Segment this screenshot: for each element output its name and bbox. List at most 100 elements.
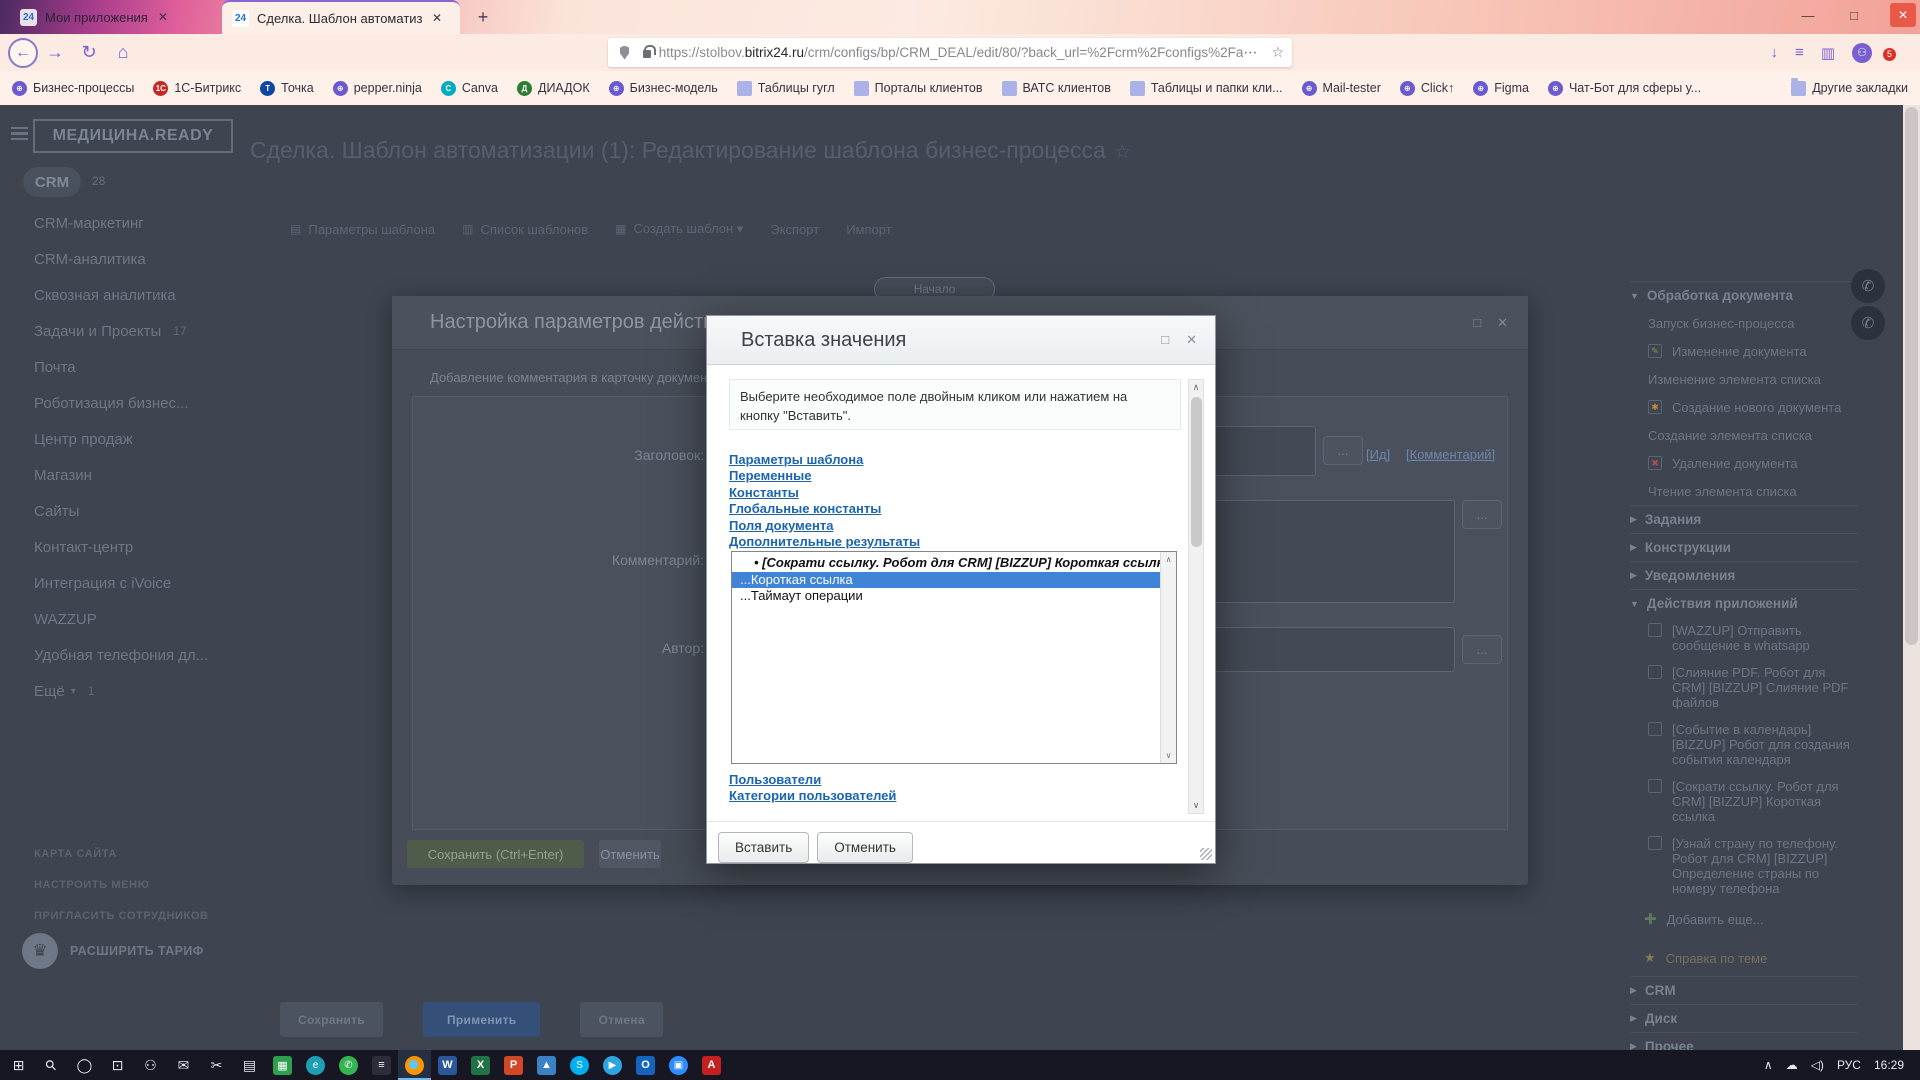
cancel-button[interactable]: Отменить	[599, 840, 661, 868]
palette-item[interactable]: [Сократи ссылку. Робот для CRM] [BIZZUP]…	[1630, 773, 1858, 830]
sidebar-item[interactable]: Удобная телефония дл...	[34, 637, 249, 673]
insert-button[interactable]: Вставить	[718, 832, 809, 863]
bookmark-item[interactable]: Порталы клиентов	[854, 81, 983, 96]
sidebar-item[interactable]: Сквозная аналитика	[34, 277, 249, 313]
tray-chevron-icon[interactable]: ∧	[1764, 1058, 1773, 1072]
sidebar-item[interactable]: CRM-маркетинг	[34, 205, 249, 241]
back-button[interactable]: ←	[8, 38, 38, 68]
browser-tab-my-apps[interactable]: 24 Мои приложения ✕	[10, 0, 215, 34]
scroll-up-icon[interactable]: ∧	[1166, 555, 1172, 564]
download-icon[interactable]: ↓	[1771, 44, 1779, 61]
bookmark-item[interactable]: C Canva	[441, 81, 498, 96]
palette-item[interactable]: Запуск бизнес-процесса	[1630, 309, 1858, 337]
palette-item[interactable]: Изменение элемента списка	[1630, 365, 1858, 393]
sheets-icon[interactable]: ▦	[266, 1050, 299, 1080]
tab-close-icon[interactable]: ✕	[432, 11, 442, 25]
sidebar-toggle-icon[interactable]: ▥	[1821, 44, 1835, 62]
toolbar-item[interactable]: ▦ Создать шаблон ▾	[615, 221, 743, 237]
sidebar-item[interactable]: Магазин	[34, 457, 249, 493]
other-bookmarks-button[interactable]: Другие закладки	[1791, 81, 1908, 96]
palette-group-header[interactable]: ▶ Прочее	[1630, 1032, 1858, 1050]
palette-group-header[interactable]: ▶ Задания	[1630, 505, 1858, 533]
photos-icon[interactable]: ▲	[530, 1050, 563, 1080]
close-icon[interactable]: ✕	[1890, 3, 1916, 27]
bookmark-star-icon[interactable]: ☆	[1271, 44, 1284, 61]
palette-item[interactable]: ✎ Изменение документа	[1630, 337, 1858, 365]
bookmark-item[interactable]: Д ДИАДОК	[517, 81, 590, 96]
help-link[interactable]: ★ Справка по теме	[1630, 950, 1858, 966]
title-field-insert-button[interactable]: ...	[1323, 436, 1363, 465]
dialog-maximize-icon[interactable]: □	[1473, 315, 1481, 331]
whatsapp-icon[interactable]: ✆	[332, 1050, 365, 1080]
cortana-icon[interactable]: ◯	[68, 1050, 101, 1080]
bookmark-item[interactable]: Таблицы гугл	[737, 81, 835, 96]
expand-tariff-button[interactable]: ♛ РАСШИРИТЬ ТАРИФ	[22, 933, 204, 969]
palette-item[interactable]: [Слияние PDF. Робот для CRM] [BIZZUP] Сл…	[1630, 659, 1858, 716]
value-category-link[interactable]: Поля документа	[729, 518, 920, 534]
language-indicator[interactable]: РУС	[1837, 1058, 1861, 1072]
bookmark-item[interactable]: ⊕ Figma	[1473, 81, 1529, 96]
page-bottom-button[interactable]: Отмена	[580, 1002, 662, 1037]
bookmark-item[interactable]: 1С 1С-Битрикс	[153, 81, 241, 96]
bookmark-item[interactable]: ⊕ pepper.ninja	[333, 81, 422, 96]
modal-close-icon[interactable]: ✕	[1186, 332, 1197, 348]
sidebar-item[interactable]: Ещё ▾ 1	[34, 673, 249, 709]
bookmark-item[interactable]: ВАТС клиентов	[1002, 81, 1111, 96]
toolbar-item[interactable]: Экспорт	[770, 221, 819, 237]
library-icon[interactable]: ≡	[1795, 44, 1804, 61]
people-icon[interactable]: ⚇	[134, 1050, 167, 1080]
tracking-shield-icon[interactable]	[620, 46, 629, 60]
zoom-icon[interactable]: ▣	[662, 1050, 695, 1080]
sidebar-item[interactable]: Задачи и Проекты 17	[34, 313, 249, 349]
user-link[interactable]: Пользователи	[729, 772, 896, 788]
author-field-insert-button[interactable]: ...	[1462, 635, 1502, 664]
bookmark-item[interactable]: Т Точка	[260, 81, 314, 96]
volume-icon[interactable]: ◁)	[1811, 1058, 1824, 1072]
page-bottom-button[interactable]: Сохранить	[280, 1002, 383, 1037]
maximize-icon[interactable]: □	[1844, 8, 1864, 23]
sidebar-item[interactable]: WAZZUP	[34, 601, 249, 637]
skype-icon[interactable]: S	[563, 1050, 596, 1080]
edge-icon[interactable]: e	[299, 1050, 332, 1080]
scrollbar-thumb[interactable]	[1191, 397, 1202, 547]
palette-item[interactable]: [Событие в календарь] [BIZZUP] Робот для…	[1630, 716, 1858, 773]
toolbar-item[interactable]: ▥ Список шаблонов	[462, 221, 588, 237]
id-link[interactable]: [Ид]	[1366, 447, 1390, 462]
support-fab-icon[interactable]: ✆	[1851, 306, 1885, 340]
bookmark-item[interactable]: Таблицы и папки кли...	[1130, 81, 1283, 96]
palette-group-header[interactable]: ▶ CRM	[1630, 976, 1858, 1004]
scrollbar-thumb[interactable]	[1905, 107, 1918, 645]
mail-icon[interactable]: ✉	[167, 1050, 200, 1080]
palette-group-header[interactable]: ▶ Уведомления	[1630, 561, 1858, 589]
favorite-star-icon[interactable]: ☆	[1114, 142, 1131, 163]
sidebar-item[interactable]: Интеграция с iVoice	[34, 565, 249, 601]
bookmark-item[interactable]: ⊕ Бизнес-модель	[609, 81, 718, 96]
modal-maximize-icon[interactable]: □	[1161, 332, 1169, 348]
firefox-icon[interactable]	[398, 1050, 431, 1080]
sidebar-item[interactable]: Сайты	[34, 493, 249, 529]
page-actions-icon[interactable]: ⋯	[1243, 44, 1257, 61]
clock[interactable]: 16:29	[1874, 1058, 1904, 1072]
user-link[interactable]: Категории пользователей	[729, 788, 896, 804]
new-tab-button[interactable]: +	[470, 4, 496, 30]
telegram-icon[interactable]: ▶	[596, 1050, 629, 1080]
save-button[interactable]: Сохранить (Ctrl+Enter)	[407, 840, 584, 868]
palette-item[interactable]: Чтение элемента списка	[1630, 477, 1858, 505]
reload-button[interactable]: ↻	[72, 42, 106, 63]
palette-group-header[interactable]: ▼ Действия приложений	[1630, 589, 1858, 617]
sidebar-item[interactable]: Контакт-центр	[34, 529, 249, 565]
comment-field-insert-button[interactable]: ...	[1462, 500, 1502, 529]
excel-icon[interactable]: X	[464, 1050, 497, 1080]
comment-link[interactable]: [Комментарий]	[1406, 447, 1495, 462]
palette-group-header[interactable]: ▼ Обработка документа	[1630, 281, 1858, 309]
sidebar-item[interactable]: Роботизация бизнес...	[34, 385, 249, 421]
toolbar-item[interactable]: ▤ Параметры шаблона	[290, 221, 435, 237]
listbox-item[interactable]: ...Таймаут операции	[732, 588, 1176, 605]
palette-item[interactable]: [Узнай страну по телефону. Робот для CRM…	[1630, 830, 1858, 902]
results-listbox[interactable]: • [Сократи ссылку. Робот для CRM] [BIZZU…	[731, 551, 1177, 764]
palette-item[interactable]: Создание элемента списка	[1630, 421, 1858, 449]
sidebar-footer-link[interactable]: НАСТРОИТЬ МЕНЮ	[34, 869, 249, 900]
listbox-item[interactable]: • [Сократи ссылку. Робот для CRM] [BIZZU…	[732, 555, 1176, 572]
value-category-link[interactable]: Константы	[729, 485, 920, 501]
bookmark-item[interactable]: ⊕ Бизнес-процессы	[12, 81, 134, 96]
